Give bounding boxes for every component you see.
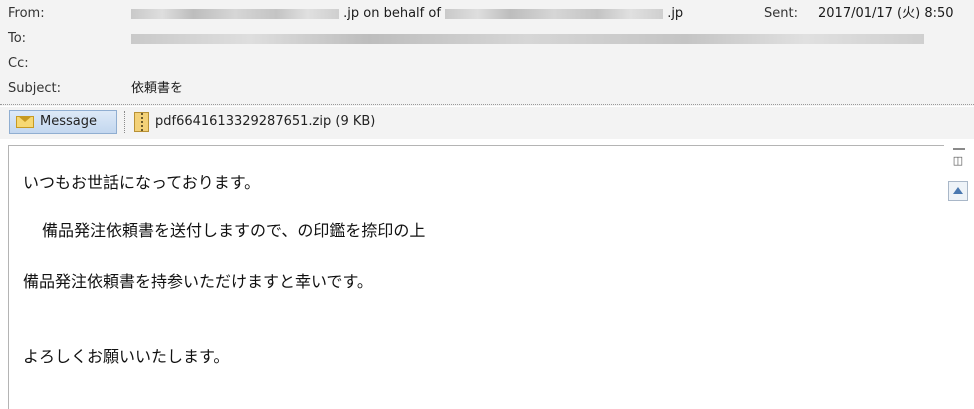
header-divider [0, 104, 974, 105]
from-row: From: .jp on behalf of .jp Sent: 2017/01… [0, 3, 974, 25]
tab-divider [124, 111, 125, 133]
from-value[interactable]: .jp on behalf of .jp [131, 3, 683, 25]
cc-row: Cc: [0, 53, 974, 75]
scroll-grip-icon[interactable] [953, 148, 965, 150]
zip-file-icon[interactable] [134, 112, 149, 132]
body-line: いつもお世話になっております。 [23, 173, 261, 192]
envelope-icon [16, 116, 34, 128]
body-line: よろしくお願いいたします。 [23, 347, 230, 366]
redacted-sender [131, 8, 339, 19]
message-header: From: .jp on behalf of .jp Sent: 2017/01… [0, 0, 974, 106]
body-line: 備品発注依頼書を送付しますので、の印鑑を捺印の上 [42, 221, 426, 240]
attachment-bar: Message pdf6641613329287651.zip (9 KB) [0, 107, 974, 139]
sent-value: 2017/01/17 (火) 8:50 [818, 6, 954, 21]
redacted-domain [445, 8, 664, 19]
redacted-recipients [131, 33, 924, 44]
to-value[interactable] [131, 28, 924, 50]
message-tab-label: Message [40, 114, 97, 129]
arrow-up-icon[interactable] [948, 181, 968, 201]
body-line: 備品発注依頼書を持参いただけますと幸いです。 [23, 272, 373, 291]
reading-pane-icon[interactable]: ◫ [949, 153, 967, 169]
message-body[interactable]: いつもお世話になっております。 備品発注依頼書を送付しますので、の印鑑を捺印の上… [8, 145, 974, 409]
message-tab[interactable]: Message [9, 110, 117, 134]
subject-row: Subject: 依頼書を [0, 78, 974, 100]
subject-label: Subject: [8, 81, 61, 96]
from-behalf-text: .jp on behalf of [343, 6, 441, 21]
to-row: To: [0, 28, 974, 50]
from-domain-end: .jp [667, 6, 684, 21]
sent-label: Sent: [764, 6, 798, 21]
to-label: To: [8, 31, 27, 46]
attachment-link[interactable]: pdf6641613329287651.zip (9 KB) [155, 107, 375, 137]
vertical-scrollbar[interactable]: ◫ [944, 145, 974, 409]
from-label: From: [8, 6, 45, 21]
cc-label: Cc: [8, 56, 29, 71]
subject-value: 依頼書を [131, 81, 184, 96]
